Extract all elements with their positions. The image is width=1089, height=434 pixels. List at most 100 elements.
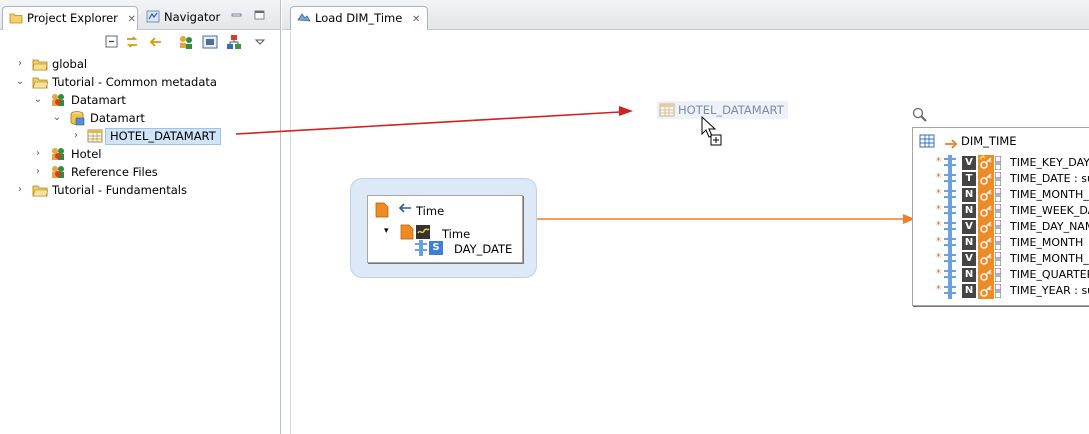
key-icon — [978, 251, 994, 267]
nullable-flag-icon — [995, 156, 1001, 170]
collapse-triangle-icon[interactable]: ▾ — [384, 226, 389, 236]
dim-column-row[interactable]: * N TIME_YEAR : su — [913, 283, 1089, 299]
expand-chevron-icon[interactable]: › — [33, 163, 43, 181]
dim-column-row[interactable]: * N TIME_MONTH_ — [913, 187, 1089, 203]
tree-item-label: Reference Files — [71, 165, 158, 179]
tree-item-label: global — [52, 57, 88, 71]
tree-item-reference-files[interactable]: › Reference Files — [0, 163, 280, 181]
collapse-chevron-icon[interactable]: ⌄ — [52, 109, 62, 127]
back-arrow-icon[interactable] — [148, 34, 164, 50]
close-icon[interactable]: ✕ — [128, 9, 136, 31]
tree-item-global[interactable]: › global — [0, 55, 280, 73]
minimize-icon[interactable] — [231, 10, 242, 20]
tree-item-datamart-folder[interactable]: ⌄ Datamart — [0, 91, 280, 109]
folder-icon — [9, 13, 23, 24]
tab-project-explorer-label: Project Explorer — [27, 11, 118, 25]
nullable-star-icon: * — [936, 220, 941, 231]
link-with-editor-icon[interactable] — [124, 34, 140, 50]
column-icon — [944, 219, 956, 235]
nullable-flag-icon — [995, 172, 1001, 186]
business-model-icon — [52, 148, 64, 160]
time-component-box[interactable]: Time ▾ Time S DAY_DATE — [367, 195, 523, 263]
nullable-flag-icon — [995, 284, 1001, 298]
type-badge: V — [962, 220, 976, 234]
column-icon — [415, 240, 427, 256]
time-component-halo[interactable]: Time ▾ Time S DAY_DATE — [350, 178, 537, 278]
type-badge: N — [962, 188, 976, 202]
users-icon[interactable] — [178, 34, 194, 50]
tree-item-label: Hotel — [71, 147, 102, 161]
expand-chevron-icon[interactable]: › — [15, 55, 25, 73]
dim-column-label: TIME_MONTH_ — [1010, 188, 1089, 201]
navigator-icon — [146, 10, 160, 23]
nullable-star-icon: * — [936, 252, 941, 263]
dim-column-row[interactable]: * N TIME_WEEK_DA — [913, 203, 1089, 219]
key-icon — [978, 267, 994, 283]
tree-item-datamart-connection[interactable]: ⌄ Datamart — [0, 109, 280, 127]
nullable-star-icon: * — [936, 204, 941, 215]
column-icon — [944, 251, 956, 267]
collapse-chevron-icon[interactable]: ⌄ — [15, 73, 25, 91]
nullable-star-icon: * — [936, 188, 941, 199]
maximize-icon[interactable] — [254, 10, 265, 20]
drag-cursor-icon — [701, 115, 722, 146]
dim-time-table-box[interactable]: DIM_TIME * V TIME_KEY_DAY * T TIME_DATE : su *… — [912, 127, 1089, 306]
tab-project-explorer[interactable]: Project Explorer ✕ — [2, 6, 138, 30]
tree-item-label: Datamart — [71, 93, 126, 107]
tab-load-dim-time-label: Load DIM_Time — [315, 11, 403, 25]
close-icon[interactable]: ✕ — [412, 9, 420, 31]
key-icon — [978, 155, 994, 171]
column-icon — [944, 171, 956, 187]
dim-column-row[interactable]: * N TIME_QUARTER — [913, 267, 1089, 283]
open-folder-icon — [32, 77, 48, 89]
tab-load-dim-time[interactable]: Load DIM_Time ✕ — [290, 6, 428, 30]
zoom-icon[interactable] — [912, 107, 928, 123]
dim-column-label: TIME_MONTH — [1010, 236, 1084, 249]
filter-icon[interactable] — [202, 34, 218, 50]
dim-column-row[interactable]: * V TIME_MONTH_ — [913, 251, 1089, 267]
table-icon — [87, 129, 103, 143]
job-icon — [297, 13, 311, 22]
expand-chevron-icon[interactable]: › — [15, 181, 25, 199]
tree-item-tutorial-common-metadata[interactable]: ⌄ Tutorial - Common metadata — [0, 73, 280, 91]
type-badge: N — [962, 236, 976, 250]
tree-item-hotel[interactable]: › Hotel — [0, 145, 280, 163]
output-arrow-icon — [945, 139, 958, 149]
dim-column-label: TIME_WEEK_DA — [1010, 204, 1089, 217]
left-panel-tabbar: Project Explorer ✕ Navigator — [0, 0, 280, 30]
table-icon — [919, 134, 935, 148]
column-icon — [944, 267, 956, 283]
dim-column-row[interactable]: * V TIME_KEY_DAY — [913, 155, 1089, 171]
expand-chevron-icon[interactable]: › — [71, 127, 81, 145]
nullable-star-icon: * — [936, 156, 941, 167]
file-icon — [400, 224, 414, 240]
nullable-flag-icon — [995, 236, 1001, 250]
type-badge: N — [962, 284, 976, 298]
column-icon — [944, 235, 956, 251]
expand-chevron-icon[interactable]: › — [33, 145, 43, 163]
dim-column-row[interactable]: * V TIME_DAY_NAM — [913, 219, 1089, 235]
nullable-flag-icon — [995, 220, 1001, 234]
dim-column-row[interactable]: * N TIME_MONTH — [913, 235, 1089, 251]
column-icon — [944, 203, 956, 219]
collapse-chevron-icon[interactable]: ⌄ — [33, 91, 43, 109]
collapse-all-icon[interactable] — [104, 34, 120, 50]
column-icon — [944, 283, 956, 299]
drag-ghost-label: HOTEL_DATAMART — [678, 103, 784, 117]
nullable-flag-icon — [995, 204, 1001, 218]
nullable-star-icon: * — [936, 284, 941, 295]
tab-navigator[interactable]: Navigator — [140, 6, 232, 30]
hierarchy-icon[interactable] — [226, 34, 242, 50]
type-badge: V — [962, 252, 976, 266]
dim-column-row[interactable]: * T TIME_DATE : su — [913, 171, 1089, 187]
nullable-flag-icon — [995, 268, 1001, 282]
key-icon — [978, 171, 994, 187]
type-badge-string: S — [429, 241, 443, 255]
tree-item-label: Tutorial - Fundamentals — [52, 183, 187, 197]
tree-item-tutorial-fundamentals[interactable]: › Tutorial - Fundamentals — [0, 181, 280, 199]
tree-item-hotel-datamart[interactable]: › HOTEL_DATAMART — [0, 127, 280, 145]
key-icon — [978, 235, 994, 251]
business-model-icon — [52, 166, 64, 178]
view-menu-icon[interactable] — [254, 34, 266, 50]
dim-column-label: TIME_DATE : su — [1010, 172, 1089, 185]
